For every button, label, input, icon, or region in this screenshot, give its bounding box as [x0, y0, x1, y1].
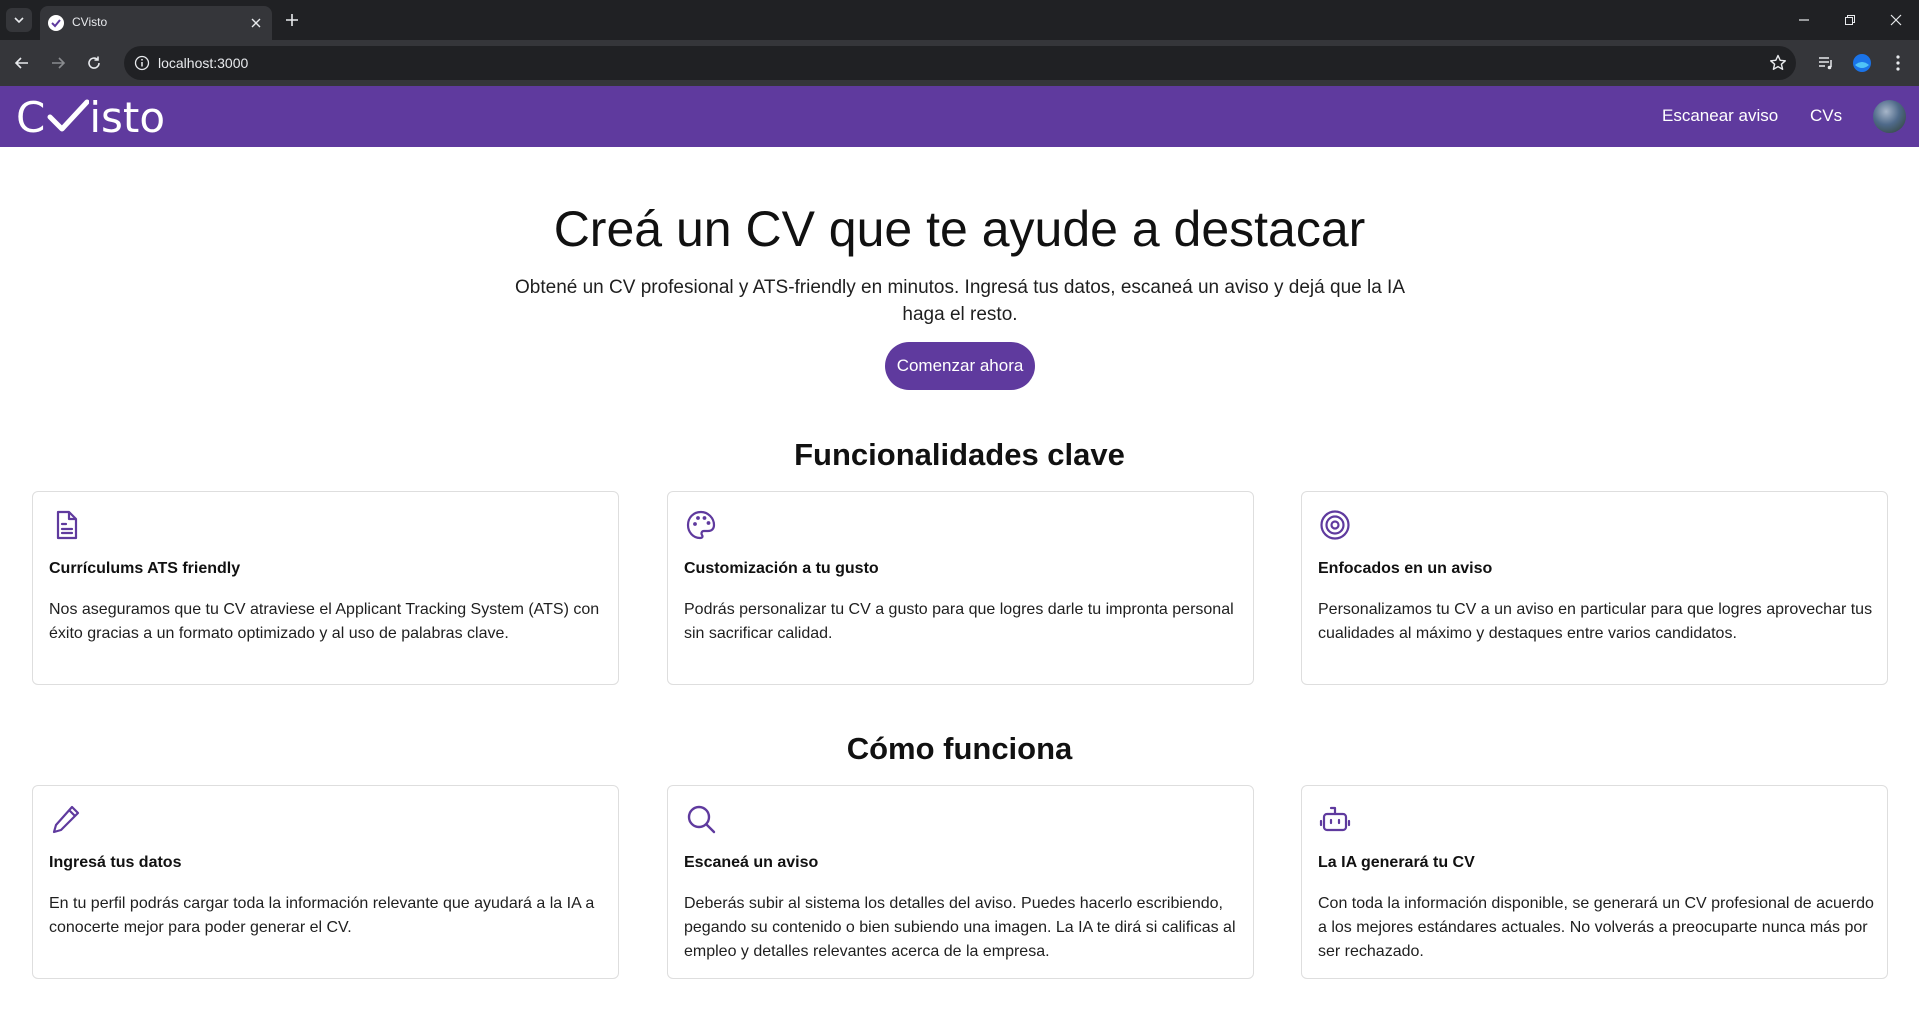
browser-menu-button[interactable]: [1886, 51, 1910, 75]
profile-extension-button[interactable]: [1850, 51, 1874, 75]
arrow-right-icon: [52, 57, 66, 69]
logo-letter-c: C: [16, 92, 46, 142]
pencil-icon: [52, 805, 80, 834]
feature-card-text: Podrás personalizar tu CV a gusto para q…: [684, 601, 1234, 642]
feature-card-custom: Customización a tu gusto Podrás personal…: [667, 491, 1254, 685]
tab-title: CVisto: [72, 15, 108, 29]
logo-text-rest: isto: [89, 92, 166, 142]
browser-tab-active[interactable]: CVisto: [40, 6, 272, 40]
plus-icon: [286, 14, 298, 26]
step-card-text: Deberás subir al sistema los detalles de…: [684, 895, 1236, 960]
tab-close-button[interactable]: [246, 13, 266, 33]
nav-link-cvs[interactable]: CVs: [1810, 106, 1842, 126]
app-header: C isto Escanear aviso CVs: [0, 86, 1919, 147]
back-button[interactable]: [8, 49, 36, 77]
reload-button[interactable]: [80, 49, 108, 77]
playlist-icon: [1819, 57, 1832, 70]
kebab-menu-icon: [1896, 55, 1900, 71]
document-icon: [56, 510, 78, 540]
globe-icon: [1853, 54, 1871, 72]
step-card-data: Ingresá tus datos En tu perfil podrás ca…: [32, 785, 619, 979]
minimize-button[interactable]: [1788, 6, 1820, 34]
site-info-icon[interactable]: [134, 55, 150, 71]
palette-icon: [686, 510, 716, 540]
forward-button[interactable]: [44, 49, 72, 77]
close-icon: [1890, 14, 1902, 26]
restore-button[interactable]: [1834, 6, 1866, 34]
restore-icon: [1845, 15, 1855, 25]
new-tab-button[interactable]: [280, 8, 304, 32]
chevron-down-icon: [14, 17, 24, 24]
feature-card-text: Nos aseguramos que tu CV atraviese el Ap…: [49, 601, 600, 642]
feature-card-title: Currículums ATS friendly: [49, 560, 241, 577]
address-bar[interactable]: localhost:3000: [124, 46, 1796, 80]
tab-search-button[interactable]: [6, 8, 32, 32]
feature-card-focus: Enfocados en un aviso Personalizamos tu …: [1301, 491, 1888, 685]
nav-link-scan[interactable]: Escanear aviso: [1662, 106, 1778, 126]
feature-card-ats: Currículums ATS friendly Nos aseguramos …: [32, 491, 619, 685]
close-window-button[interactable]: [1880, 6, 1912, 34]
hero-subtitle: Obtené un CV profesional y ATS-friendly …: [515, 277, 1405, 325]
feature-card-text: Personalizamos tu CV a un aviso en parti…: [1318, 601, 1873, 642]
step-card-scan: Escaneá un aviso Deberás subir al sistem…: [667, 785, 1254, 979]
avatar[interactable]: [1873, 100, 1906, 133]
step-card-title: Ingresá tus datos: [49, 854, 182, 871]
bookmark-star-icon[interactable]: [1768, 53, 1788, 73]
start-now-button[interactable]: Comenzar ahora: [885, 342, 1035, 390]
robot-icon: [1319, 806, 1351, 832]
cvisto-logo[interactable]: C isto: [16, 92, 166, 142]
step-card-ai: La IA generará tu CV Con toda la informa…: [1301, 785, 1888, 979]
step-card-text: En tu perfil podrás cargar toda la infor…: [49, 895, 595, 936]
browser-tab-bar: CVisto: [0, 0, 1919, 40]
step-card-title: Escaneá un aviso: [684, 854, 819, 871]
minimize-icon: [1799, 19, 1809, 21]
step-card-text: Con toda la información disponible, se g…: [1318, 895, 1874, 960]
reading-list-button[interactable]: [1814, 51, 1838, 75]
checkmark-icon: [47, 99, 90, 132]
target-icon: [1320, 510, 1350, 540]
arrow-left-icon: [14, 57, 28, 69]
step-card-title: La IA generará tu CV: [1318, 854, 1475, 871]
features-title: Funcionalidades clave: [794, 437, 1125, 472]
reload-icon: [88, 56, 100, 69]
browser-toolbar: localhost:3000: [0, 40, 1919, 86]
url-text: localhost:3000: [158, 55, 249, 71]
feature-card-title: Customización a tu gusto: [684, 560, 879, 577]
hero-title: Creá un CV que te ayude a destacar: [553, 201, 1366, 257]
close-icon: [251, 18, 261, 28]
how-it-works-title: Cómo funciona: [846, 731, 1073, 766]
cvisto-favicon-icon: [48, 15, 64, 31]
feature-card-title: Enfocados en un aviso: [1318, 560, 1493, 577]
search-icon: [687, 805, 716, 834]
